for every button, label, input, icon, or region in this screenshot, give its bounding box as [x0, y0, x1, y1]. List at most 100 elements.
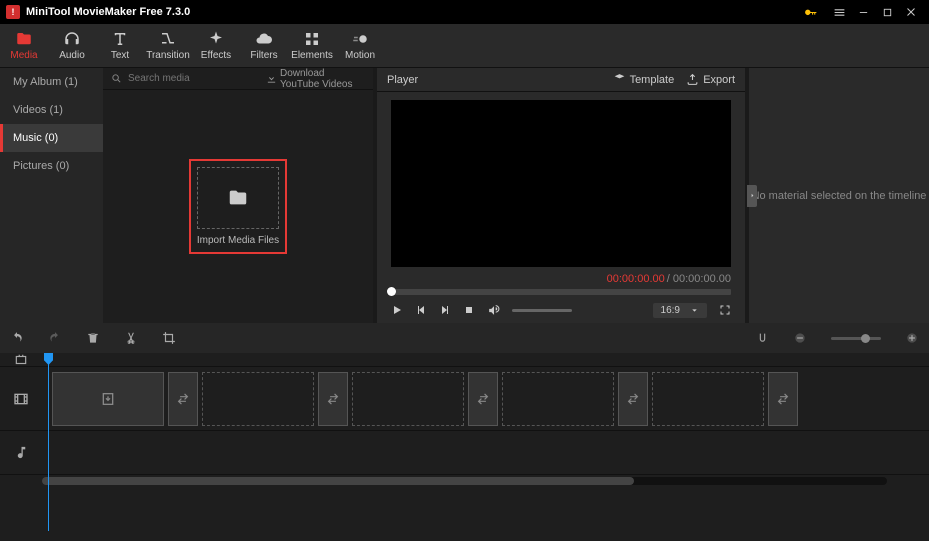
tab-label: Transition: [146, 50, 190, 61]
video-track-icon: [0, 391, 42, 407]
cloud-icon: [255, 30, 273, 48]
player-header: Player Template Export: [377, 68, 745, 92]
fit-button[interactable]: [0, 353, 42, 367]
template-label: Template: [630, 74, 675, 86]
import-label: Import Media Files: [197, 235, 279, 246]
app-title: MiniTool MovieMaker Free 7.3.0: [26, 6, 190, 18]
export-icon: [686, 73, 699, 86]
transition-icon: [159, 30, 177, 48]
transition-slot[interactable]: [618, 372, 648, 426]
tab-label: Elements: [291, 50, 333, 61]
delete-button[interactable]: [86, 331, 100, 345]
swap-icon: [176, 392, 190, 406]
tab-label: Filters: [250, 50, 277, 61]
text-icon: [111, 30, 129, 48]
time-current: 00:00:00.00: [607, 273, 665, 285]
sidebar-item-pictures[interactable]: Pictures (0): [0, 152, 103, 180]
clip-placeholder[interactable]: [52, 372, 164, 426]
folder-icon: [227, 187, 249, 209]
tab-transition[interactable]: Transition: [144, 24, 192, 67]
video-preview[interactable]: [391, 100, 731, 267]
volume-button[interactable]: [487, 304, 500, 317]
tab-audio[interactable]: Audio: [48, 24, 96, 67]
tab-media[interactable]: Media: [0, 24, 48, 67]
player-controls: 16:9: [377, 297, 745, 323]
tab-label: Motion: [345, 50, 375, 61]
progress-bar[interactable]: [391, 289, 731, 295]
aspect-ratio-select[interactable]: 16:9: [653, 303, 707, 318]
zoom-out-button[interactable]: [793, 331, 807, 345]
import-area: Import Media Files: [103, 90, 373, 323]
play-button[interactable]: [391, 304, 403, 316]
search-icon: [111, 73, 122, 84]
sidebar-item-label: Pictures (0): [13, 160, 69, 172]
download-youtube-button[interactable]: Download YouTube Videos: [266, 68, 365, 90]
fullscreen-button[interactable]: [719, 304, 731, 316]
app-logo: !: [6, 5, 20, 19]
sidebar-item-videos[interactable]: Videos (1): [0, 96, 103, 124]
download-icon: [266, 73, 277, 84]
ratio-label: 16:9: [661, 305, 680, 316]
media-panel: Download YouTube Videos Import Media Fil…: [103, 68, 373, 323]
snap-button[interactable]: [756, 332, 769, 345]
redo-button[interactable]: [48, 331, 62, 345]
download-label: Download YouTube Videos: [280, 68, 365, 90]
import-box[interactable]: Import Media Files: [189, 159, 287, 254]
stop-button[interactable]: [463, 304, 475, 316]
swap-icon: [326, 392, 340, 406]
transition-slot[interactable]: [168, 372, 198, 426]
video-track[interactable]: [42, 367, 929, 430]
clip-slot[interactable]: [202, 372, 314, 426]
key-icon[interactable]: [799, 0, 823, 24]
minimize-button[interactable]: [851, 0, 875, 24]
transition-slot[interactable]: [768, 372, 798, 426]
sidebar-item-myalbum[interactable]: My Album (1): [0, 68, 103, 96]
scrollbar-thumb[interactable]: [42, 477, 634, 485]
chevron-down-icon: [690, 306, 699, 315]
tab-motion[interactable]: Motion: [336, 24, 384, 67]
maximize-button[interactable]: [875, 0, 899, 24]
audio-track-row: [0, 431, 929, 475]
crop-button[interactable]: [162, 331, 176, 345]
sidebar-item-music[interactable]: Music (0): [0, 124, 103, 152]
info-message: No material selected on the timeline: [752, 190, 927, 202]
search-input[interactable]: [128, 73, 260, 84]
clip-slot[interactable]: [652, 372, 764, 426]
undo-button[interactable]: [10, 331, 24, 345]
audio-track-icon: [0, 445, 42, 460]
prev-button[interactable]: [415, 304, 427, 316]
zoom-handle[interactable]: [861, 334, 870, 343]
player-title: Player: [387, 74, 601, 86]
video-track-row: [0, 367, 929, 431]
export-button[interactable]: Export: [686, 73, 735, 86]
timeline: [0, 353, 929, 541]
playhead[interactable]: [48, 353, 49, 531]
menu-icon[interactable]: [827, 0, 851, 24]
template-button[interactable]: Template: [613, 73, 675, 86]
template-icon: [613, 73, 626, 86]
export-label: Export: [703, 74, 735, 86]
swap-icon: [776, 392, 790, 406]
progress-handle[interactable]: [387, 287, 396, 296]
zoom-slider[interactable]: [831, 337, 881, 340]
tab-text[interactable]: Text: [96, 24, 144, 67]
transition-slot[interactable]: [468, 372, 498, 426]
ruler[interactable]: [42, 353, 929, 366]
swap-icon: [626, 392, 640, 406]
player-panel: Player Template Export 00:00:00.00 / 00:…: [377, 68, 745, 323]
volume-slider[interactable]: [512, 309, 572, 312]
tab-effects[interactable]: Effects: [192, 24, 240, 67]
tab-elements[interactable]: Elements: [288, 24, 336, 67]
zoom-in-button[interactable]: [905, 331, 919, 345]
ruler-row: [0, 353, 929, 367]
clip-slot[interactable]: [502, 372, 614, 426]
collapse-arrow[interactable]: [747, 185, 757, 207]
clip-slot[interactable]: [352, 372, 464, 426]
close-button[interactable]: [899, 0, 923, 24]
cut-button[interactable]: [124, 331, 138, 345]
audio-track[interactable]: [42, 431, 929, 474]
transition-slot[interactable]: [318, 372, 348, 426]
timeline-scrollbar[interactable]: [42, 477, 887, 485]
next-button[interactable]: [439, 304, 451, 316]
tab-filters[interactable]: Filters: [240, 24, 288, 67]
